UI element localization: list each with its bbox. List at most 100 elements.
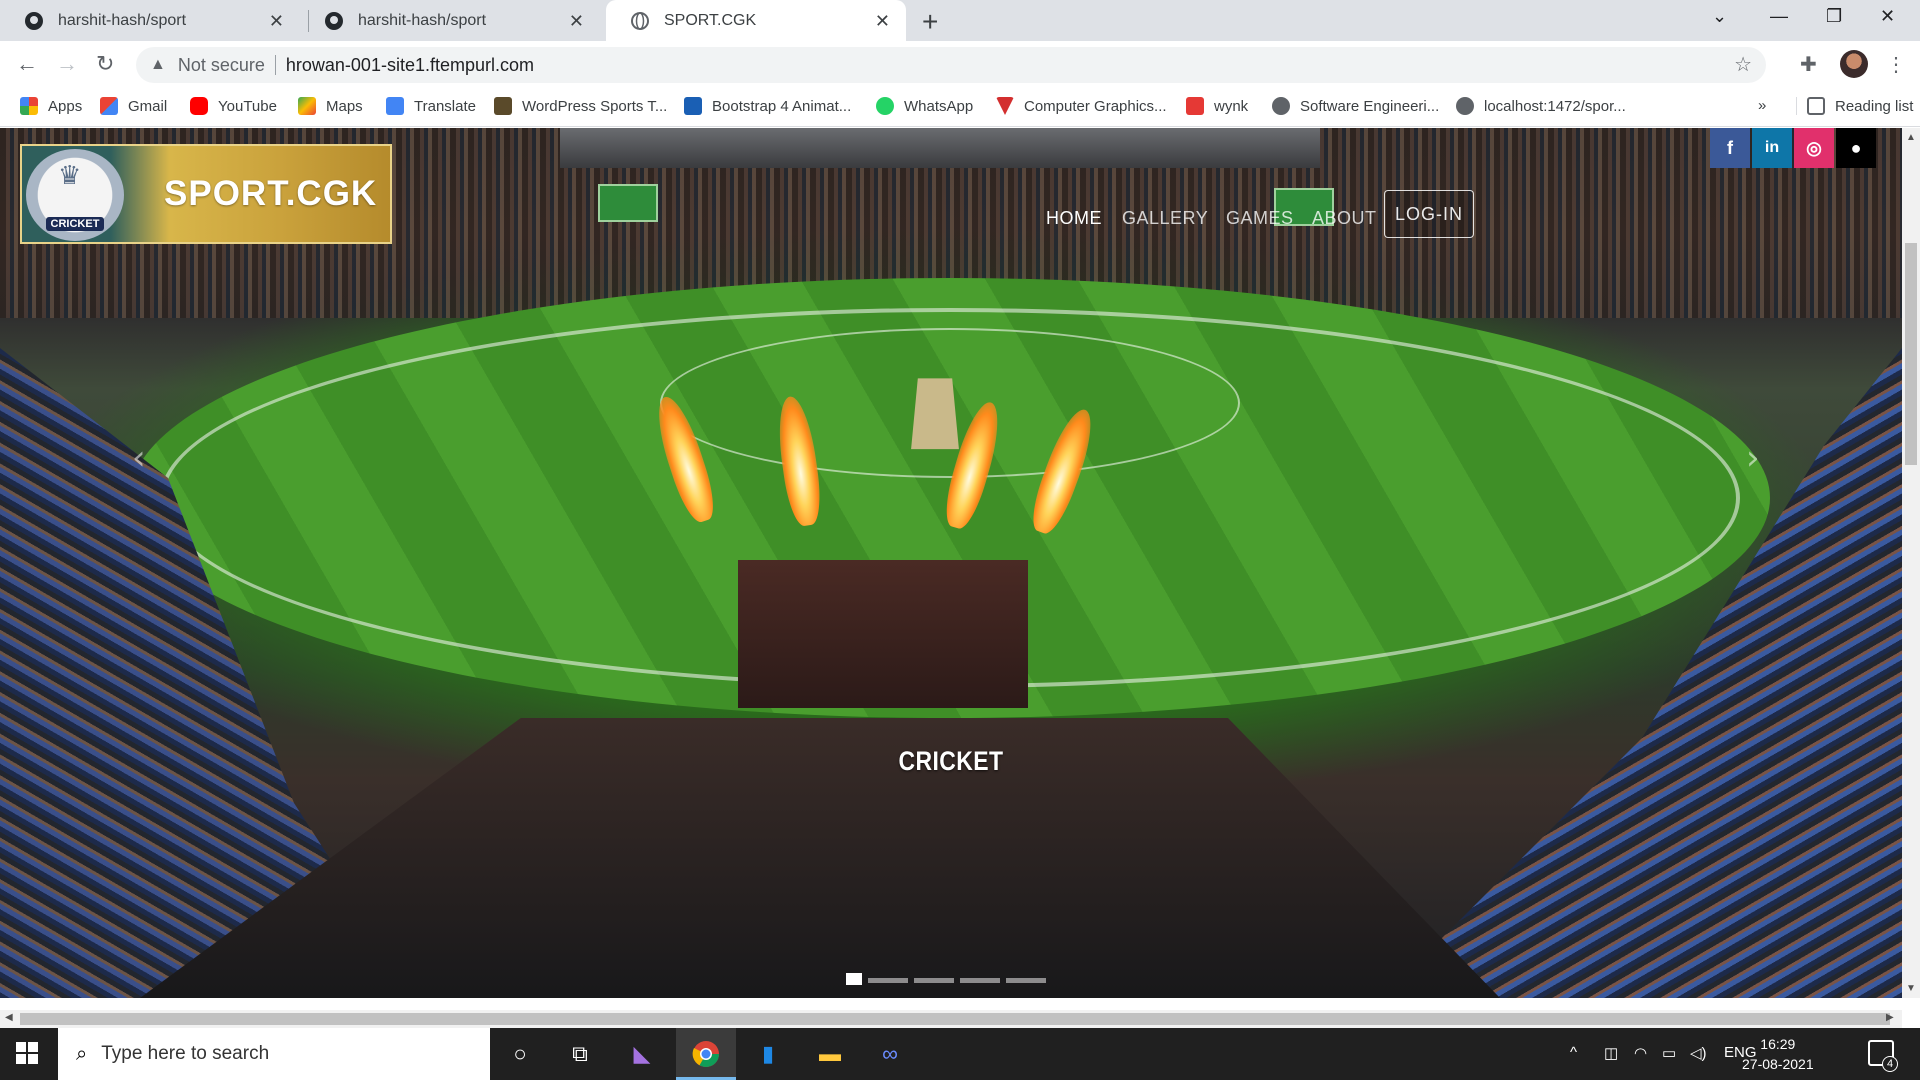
github-icon (325, 11, 343, 30)
wifi-icon[interactable]: ◠ (1634, 1044, 1647, 1062)
app-infinity-icon[interactable]: ∞ (872, 1038, 908, 1070)
bookmark-label: Bootstrap 4 Animat... (712, 97, 852, 115)
tab-sportcgk[interactable]: SPORT.CGK ✕ (606, 0, 906, 41)
carousel-prev-icon[interactable]: ‹ (132, 438, 146, 478)
chrome-logo (692, 1041, 720, 1068)
linkedin-icon[interactable]: in (1752, 128, 1792, 168)
forward-button[interactable]: → (56, 51, 78, 77)
tab-title: harshit-hash/sport (358, 11, 487, 29)
tab-search-icon[interactable]: ⌄ (1712, 6, 1727, 27)
scrollbar-thumb[interactable] (1905, 243, 1917, 465)
taskbar: ⌕ Type here to search ○ ⧉ ◣ ▮ ▬ ∞ ^ ◫ ◠ … (0, 1028, 1920, 1080)
nav-gallery[interactable]: GALLERY (1122, 208, 1208, 229)
meet-now-icon[interactable]: ◫ (1604, 1044, 1618, 1062)
horizontal-scrollbar[interactable]: ◀ ▶ (0, 1010, 1902, 1028)
bookmark-wordpress-sports[interactable]: WordPress Sports T... (494, 97, 667, 115)
security-label[interactable]: Not secure (178, 55, 265, 76)
address-bar[interactable]: ▲ Not secure hrowan-001-site1.ftempurl.c… (136, 47, 1766, 83)
vertical-scrollbar[interactable]: ▲ ▼ (1902, 128, 1920, 998)
bookmark-label: Gmail (128, 97, 168, 115)
scroll-up-icon[interactable]: ▲ (1906, 132, 1916, 143)
task-view-icon[interactable]: ⧉ (562, 1038, 598, 1070)
close-icon[interactable]: ✕ (269, 11, 284, 32)
bookmark-maps[interactable]: Maps (298, 97, 363, 115)
taskbar-search[interactable]: ⌕ Type here to search (58, 1028, 490, 1080)
bookmark-localhost[interactable]: localhost:1472/spor... (1456, 97, 1626, 115)
bookmark-apps[interactable]: Apps (20, 97, 82, 115)
search-icon: ⌕ (76, 1042, 88, 1065)
bookmark-star-icon[interactable]: ☆ (1734, 52, 1752, 77)
maps-icon (298, 97, 316, 115)
whatsapp-icon (876, 97, 894, 115)
close-icon[interactable]: ✕ (569, 11, 584, 32)
bookmarks-overflow-button[interactable]: » (1758, 97, 1766, 114)
bookmark-gmail[interactable]: Gmail (100, 97, 167, 115)
back-button[interactable]: ← (16, 51, 38, 77)
warning-icon[interactable]: ▲ (150, 56, 166, 74)
reload-button[interactable]: ↻ (96, 51, 114, 77)
bookmark-wynk[interactable]: wynk (1186, 97, 1248, 115)
nav-about[interactable]: ABOUT (1312, 208, 1377, 229)
globe-icon (631, 11, 649, 30)
bookmarks-bar: Apps Gmail YouTube Maps Translate WordPr… (0, 89, 1920, 127)
windows-start-button[interactable] (16, 1042, 38, 1064)
clock-time: 16:29 (1760, 1036, 1796, 1052)
tab-github-2[interactable]: harshit-hash/sport ✕ (300, 0, 600, 41)
bookmark-label: WordPress Sports T... (522, 97, 668, 115)
badge-text: CRICKET (45, 217, 105, 231)
nav-games[interactable]: GAMES (1226, 208, 1294, 229)
extensions-icon[interactable]: ✚ (1800, 52, 1817, 77)
carousel-indicator[interactable] (846, 973, 862, 985)
show-hidden-icons[interactable]: ^ (1570, 1044, 1577, 1061)
instagram-icon[interactable]: ◎ (1794, 128, 1834, 168)
window-close-button[interactable]: ✕ (1880, 6, 1895, 27)
facebook-icon[interactable]: f (1710, 128, 1750, 168)
bookmark-software-engineering[interactable]: Software Engineeri... (1272, 97, 1439, 115)
bookmark-computer-graphics[interactable]: Computer Graphics... (996, 97, 1167, 115)
url-text[interactable]: hrowan-001-site1.ftempurl.com (286, 55, 534, 76)
tab-title: harshit-hash/sport (58, 11, 187, 29)
reading-list-button[interactable]: Reading list (1796, 97, 1913, 115)
visual-studio-icon[interactable]: ◣ (624, 1038, 660, 1070)
carousel-indicator[interactable] (960, 978, 1000, 983)
close-icon[interactable]: ✕ (875, 11, 890, 32)
bookmark-label: wynk (1214, 97, 1249, 115)
nav-home[interactable]: HOME (1046, 208, 1102, 229)
site-logo[interactable]: CRICKET ♛ SPORT.CGK (20, 144, 392, 244)
bookmark-youtube[interactable]: YouTube (190, 97, 277, 115)
graphics-icon (996, 97, 1014, 115)
wynk-icon (1186, 97, 1204, 115)
bookmark-translate[interactable]: Translate (386, 97, 476, 115)
carousel-indicator[interactable] (914, 978, 954, 983)
youtube-icon (190, 97, 208, 115)
tab-github-1[interactable]: harshit-hash/sport ✕ (0, 0, 300, 41)
carousel-indicators (846, 973, 1046, 985)
notepad-icon[interactable]: ▮ (750, 1038, 786, 1070)
battery-icon[interactable]: ▭ (1662, 1044, 1676, 1062)
minimize-button[interactable]: — (1770, 6, 1788, 27)
bookmark-bootstrap[interactable]: Bootstrap 4 Animat... (684, 97, 851, 115)
bookmark-label: localhost:1472/spor... (1484, 97, 1626, 115)
scoreboard-screen (598, 184, 658, 222)
login-button[interactable]: LOG-IN (1384, 190, 1474, 238)
scroll-down-icon[interactable]: ▼ (1906, 983, 1916, 994)
scroll-left-icon[interactable]: ◀ (5, 1012, 13, 1023)
scrollbar-thumb[interactable] (20, 1013, 1890, 1025)
system-clock[interactable]: 16:29 27-08-2021 (1742, 1034, 1814, 1074)
scroll-right-icon[interactable]: ▶ (1886, 1012, 1894, 1023)
github-icon (25, 11, 43, 30)
bookmark-whatsapp[interactable]: WhatsApp (876, 97, 973, 115)
carousel-indicator[interactable] (868, 978, 908, 983)
maximize-button[interactable]: ❐ (1826, 6, 1842, 27)
chrome-icon[interactable] (688, 1038, 724, 1070)
cortana-icon[interactable]: ○ (502, 1038, 538, 1070)
volume-icon[interactable]: ◁) (1690, 1044, 1707, 1062)
new-tab-button[interactable]: + (922, 6, 938, 38)
carousel-next-icon[interactable]: › (1746, 438, 1760, 478)
file-explorer-icon[interactable]: ▬ (812, 1038, 848, 1070)
github-icon[interactable]: ● (1836, 128, 1876, 168)
avatar[interactable] (1840, 50, 1868, 78)
menu-icon[interactable]: ⋮ (1886, 52, 1906, 77)
bookmark-label: Computer Graphics... (1024, 97, 1167, 115)
carousel-indicator[interactable] (1006, 978, 1046, 983)
